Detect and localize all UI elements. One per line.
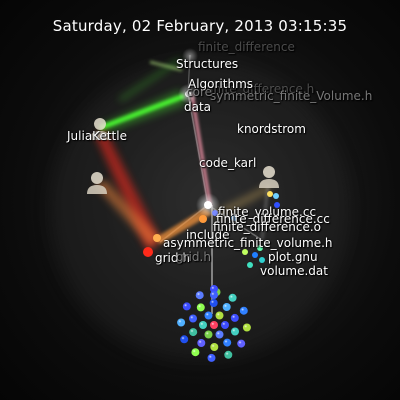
file-node-highlight xyxy=(191,348,200,357)
dir-label-data: data xyxy=(184,100,212,114)
file-label-plot-gnu: plot.gnu xyxy=(268,250,318,264)
file-node-highlight xyxy=(210,291,218,299)
file-node-highlight xyxy=(189,314,197,323)
file-node-highlight xyxy=(224,350,233,359)
user-label-code-karl: code_karl xyxy=(199,156,257,170)
file-label-symmetric-finite-volume: symmetric_finite_Volume.h xyxy=(210,89,373,103)
file-node-highlight xyxy=(222,303,231,311)
file-node-highlight xyxy=(210,343,219,351)
file-label-grid-h: grid.h xyxy=(176,250,211,264)
timestamp: Saturday, 02 February, 2013 03:15:35 xyxy=(52,17,348,35)
file-node-highlight xyxy=(204,311,213,320)
file-node-highlight xyxy=(239,306,248,315)
file-node-highlight xyxy=(199,321,207,329)
file-node-highlight xyxy=(228,293,237,302)
file-node-highlight xyxy=(221,321,229,329)
user-label-juliakettle: JuliaKettle xyxy=(67,129,127,143)
file-node-highlight xyxy=(177,318,186,327)
file-node-highlight xyxy=(195,291,204,300)
file-node-highlight xyxy=(230,313,239,322)
file-node-highlight xyxy=(210,321,218,329)
dir-label-core: core xyxy=(186,85,212,99)
file-node-highlight xyxy=(215,330,224,339)
file-node-highlight xyxy=(182,302,191,311)
file-node-highlight xyxy=(197,339,206,347)
user-label-knordstrom: knordstrom xyxy=(237,122,306,136)
file-node-highlight xyxy=(231,327,239,336)
file-label-asymmetric-finite-volume: asymmetric_finite_volume.h xyxy=(163,236,333,250)
file-node-highlight xyxy=(204,330,213,339)
file-label-finite-difference-o: finite_difference.o xyxy=(213,220,321,234)
file-node-highlight xyxy=(215,311,224,320)
file-node-highlight xyxy=(207,353,216,362)
visualization-canvas[interactable]: Saturday, 02 February, 2013 03:15:35 fin… xyxy=(0,0,400,400)
file-node-highlight xyxy=(242,323,251,332)
file-node-highlight xyxy=(180,335,189,344)
file-node-highlight xyxy=(189,328,198,337)
dir-label-structures: Structures xyxy=(176,57,239,71)
file-label-finite-difference: finite_difference xyxy=(198,40,295,54)
file-node-highlight xyxy=(196,303,205,312)
file-node-highlight xyxy=(237,339,246,348)
file-label-volume-dat: volume.dat xyxy=(260,264,328,278)
file-node-highlight xyxy=(223,338,232,347)
file-node-highlight xyxy=(209,299,218,307)
